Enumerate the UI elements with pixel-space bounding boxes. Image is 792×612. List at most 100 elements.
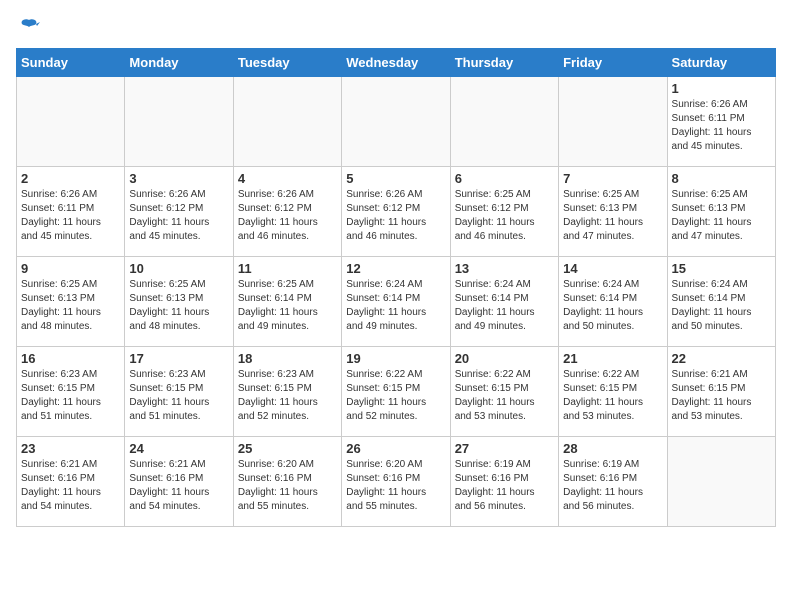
day-info: Sunrise: 6:25 AM Sunset: 6:13 PM Dayligh… (21, 278, 120, 334)
day-number: 4 (238, 171, 337, 186)
day-number: 17 (129, 351, 228, 366)
calendar-cell: 16Sunrise: 6:23 AM Sunset: 6:15 PM Dayli… (17, 347, 125, 437)
calendar-cell: 25 Sunrise: 6:20 AM Sunset: 6:16 PM Dayli… (233, 437, 341, 527)
calendar-cell: 20 Sunrise: 6:22 AM Sunset: 6:15 PM Dayli… (450, 347, 558, 437)
day-number: 14 (563, 261, 662, 276)
calendar-week-5: 23 Sunrise: 6:21 AM Sunset: 6:16 PM Dayli… (17, 437, 776, 527)
weekday-header-thursday: Thursday (450, 49, 558, 77)
day-info: Sunrise: 6:24 AM Sunset: 6:14 PM Dayligh… (672, 278, 771, 334)
day-info: Sunrise: 6:21 AM Sunset: 6:15 PM Dayligh… (672, 368, 771, 424)
weekday-header-saturday: Saturday (667, 49, 775, 77)
calendar-table: SundayMondayTuesdayWednesdayThursdayFrid… (16, 48, 776, 527)
day-number: 24 (129, 441, 228, 456)
day-info: Sunrise: 6:25 AM Sunset: 6:13 PM Dayligh… (563, 188, 662, 244)
calendar-cell (667, 437, 775, 527)
calendar-cell: 7 Sunrise: 6:25 AM Sunset: 6:13 PM Daylig… (559, 167, 667, 257)
day-number: 5 (346, 171, 445, 186)
day-info: Sunrise: 6:25 AM Sunset: 6:13 PM Dayligh… (672, 188, 771, 244)
day-number: 12 (346, 261, 445, 276)
day-number: 13 (455, 261, 554, 276)
day-info: Sunrise: 6:26 AM Sunset: 6:12 PM Dayligh… (346, 188, 445, 244)
day-number: 7 (563, 171, 662, 186)
calendar-cell: 17 Sunrise: 6:23 AM Sunset: 6:15 PM Dayli… (125, 347, 233, 437)
day-info: Sunrise: 6:26 AM Sunset: 6:12 PM Dayligh… (129, 188, 228, 244)
day-number: 15 (672, 261, 771, 276)
calendar-cell: 27Sunrise: 6:19 AM Sunset: 6:16 PM Dayli… (450, 437, 558, 527)
calendar-cell: 23 Sunrise: 6:21 AM Sunset: 6:16 PM Dayli… (17, 437, 125, 527)
day-info: Sunrise: 6:24 AM Sunset: 6:14 PM Dayligh… (455, 278, 554, 334)
day-number: 21 (563, 351, 662, 366)
weekday-header-sunday: Sunday (17, 49, 125, 77)
day-number: 10 (129, 261, 228, 276)
day-number: 19 (346, 351, 445, 366)
day-info: Sunrise: 6:26 AM Sunset: 6:12 PM Dayligh… (238, 188, 337, 244)
day-number: 11 (238, 261, 337, 276)
day-info: Sunrise: 6:20 AM Sunset: 6:16 PM Dayligh… (346, 458, 445, 514)
calendar-week-2: 2 Sunrise: 6:26 AM Sunset: 6:11 PM Daylig… (17, 167, 776, 257)
calendar-cell: 10 Sunrise: 6:25 AM Sunset: 6:13 PM Dayli… (125, 257, 233, 347)
day-number: 9 (21, 261, 120, 276)
day-number: 16 (21, 351, 120, 366)
calendar-cell: 4 Sunrise: 6:26 AM Sunset: 6:12 PM Daylig… (233, 167, 341, 257)
day-number: 23 (21, 441, 120, 456)
day-info: Sunrise: 6:25 AM Sunset: 6:14 PM Dayligh… (238, 278, 337, 334)
day-number: 22 (672, 351, 771, 366)
calendar-cell: 26 Sunrise: 6:20 AM Sunset: 6:16 PM Dayli… (342, 437, 450, 527)
day-number: 3 (129, 171, 228, 186)
calendar-cell: 9 Sunrise: 6:25 AM Sunset: 6:13 PM Daylig… (17, 257, 125, 347)
day-info: Sunrise: 6:25 AM Sunset: 6:12 PM Dayligh… (455, 188, 554, 244)
calendar-cell: 19 Sunrise: 6:22 AM Sunset: 6:15 PM Dayli… (342, 347, 450, 437)
day-number: 28 (563, 441, 662, 456)
weekday-header-wednesday: Wednesday (342, 49, 450, 77)
day-number: 6 (455, 171, 554, 186)
bird-icon (18, 16, 40, 38)
calendar-cell: 11 Sunrise: 6:25 AM Sunset: 6:14 PM Dayli… (233, 257, 341, 347)
day-info: Sunrise: 6:24 AM Sunset: 6:14 PM Dayligh… (563, 278, 662, 334)
calendar-cell: 13 Sunrise: 6:24 AM Sunset: 6:14 PM Dayli… (450, 257, 558, 347)
day-info: Sunrise: 6:26 AM Sunset: 6:11 PM Dayligh… (672, 98, 771, 154)
calendar-cell: 5 Sunrise: 6:26 AM Sunset: 6:12 PM Daylig… (342, 167, 450, 257)
day-number: 18 (238, 351, 337, 366)
day-info: Sunrise: 6:22 AM Sunset: 6:15 PM Dayligh… (455, 368, 554, 424)
calendar-cell (559, 77, 667, 167)
calendar-cell (125, 77, 233, 167)
calendar-cell: 18 Sunrise: 6:23 AM Sunset: 6:15 PM Dayli… (233, 347, 341, 437)
day-info: Sunrise: 6:22 AM Sunset: 6:15 PM Dayligh… (346, 368, 445, 424)
day-info: Sunrise: 6:21 AM Sunset: 6:16 PM Dayligh… (129, 458, 228, 514)
day-number: 25 (238, 441, 337, 456)
calendar-cell (450, 77, 558, 167)
calendar-cell: 15 Sunrise: 6:24 AM Sunset: 6:14 PM Dayli… (667, 257, 775, 347)
calendar-cell: 2 Sunrise: 6:26 AM Sunset: 6:11 PM Daylig… (17, 167, 125, 257)
day-info: Sunrise: 6:21 AM Sunset: 6:16 PM Dayligh… (21, 458, 120, 514)
day-info: Sunrise: 6:20 AM Sunset: 6:16 PM Dayligh… (238, 458, 337, 514)
page-header (16, 16, 776, 38)
day-info: Sunrise: 6:23 AM Sunset: 6:15 PM Dayligh… (238, 368, 337, 424)
calendar-week-3: 9 Sunrise: 6:25 AM Sunset: 6:13 PM Daylig… (17, 257, 776, 347)
calendar-cell (17, 77, 125, 167)
calendar-cell: 6 Sunrise: 6:25 AM Sunset: 6:12 PM Daylig… (450, 167, 558, 257)
calendar-cell: 14 Sunrise: 6:24 AM Sunset: 6:14 PM Dayli… (559, 257, 667, 347)
calendar-cell: 12 Sunrise: 6:24 AM Sunset: 6:14 PM Dayli… (342, 257, 450, 347)
day-number: 2 (21, 171, 120, 186)
day-info: Sunrise: 6:19 AM Sunset: 6:16 PM Dayligh… (455, 458, 554, 514)
day-info: Sunrise: 6:19 AM Sunset: 6:16 PM Dayligh… (563, 458, 662, 514)
day-number: 26 (346, 441, 445, 456)
day-info: Sunrise: 6:26 AM Sunset: 6:11 PM Dayligh… (21, 188, 120, 244)
calendar-cell: 24 Sunrise: 6:21 AM Sunset: 6:16 PM Dayli… (125, 437, 233, 527)
calendar-cell: 8 Sunrise: 6:25 AM Sunset: 6:13 PM Daylig… (667, 167, 775, 257)
calendar-cell (233, 77, 341, 167)
day-number: 20 (455, 351, 554, 366)
day-info: Sunrise: 6:23 AM Sunset: 6:15 PM Dayligh… (129, 368, 228, 424)
logo (16, 16, 40, 38)
calendar-cell: 1Sunrise: 6:26 AM Sunset: 6:11 PM Daylig… (667, 77, 775, 167)
calendar-cell: 28 Sunrise: 6:19 AM Sunset: 6:16 PM Dayli… (559, 437, 667, 527)
calendar-cell: 22 Sunrise: 6:21 AM Sunset: 6:15 PM Dayli… (667, 347, 775, 437)
calendar-cell: 3 Sunrise: 6:26 AM Sunset: 6:12 PM Daylig… (125, 167, 233, 257)
day-info: Sunrise: 6:24 AM Sunset: 6:14 PM Dayligh… (346, 278, 445, 334)
calendar-cell: 21 Sunrise: 6:22 AM Sunset: 6:15 PM Dayli… (559, 347, 667, 437)
day-number: 8 (672, 171, 771, 186)
calendar-cell (342, 77, 450, 167)
day-info: Sunrise: 6:25 AM Sunset: 6:13 PM Dayligh… (129, 278, 228, 334)
weekday-header-tuesday: Tuesday (233, 49, 341, 77)
day-info: Sunrise: 6:22 AM Sunset: 6:15 PM Dayligh… (563, 368, 662, 424)
